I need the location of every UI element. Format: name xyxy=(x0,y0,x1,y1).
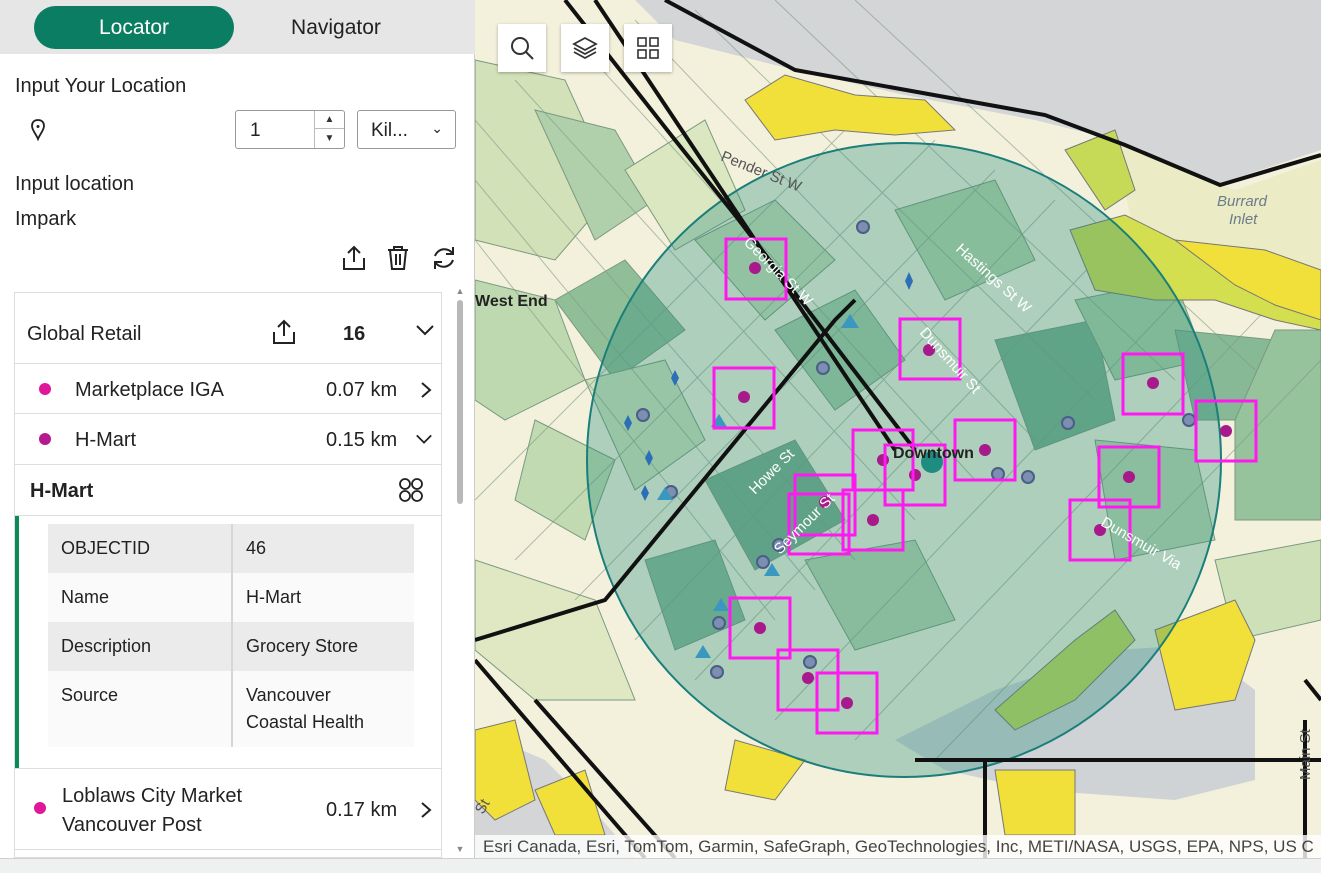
distance-value[interactable]: 1 xyxy=(250,120,261,142)
decrement-button[interactable]: ▼ xyxy=(315,129,344,147)
chevron-down-icon: ⌄ xyxy=(431,120,443,136)
location-label: Input location xyxy=(15,173,134,195)
field-value: 46 xyxy=(232,524,414,573)
window-bottom-edge xyxy=(0,858,1321,873)
area-label-downtown: Downtown xyxy=(893,445,974,462)
map-search-button[interactable] xyxy=(498,24,546,72)
unit-select[interactable]: Kil... ⌄ xyxy=(357,110,456,149)
area-label-west-end: West End xyxy=(475,293,548,310)
item-name-line2: Vancouver Post xyxy=(62,814,202,836)
increment-button[interactable]: ▲ xyxy=(315,111,344,129)
item-distance: 0.17 km xyxy=(326,799,398,821)
map-canvas[interactable]: Pender St W Georgia St W Hastings St W D… xyxy=(475,0,1321,858)
stepper-buttons: ▲ ▼ xyxy=(314,111,344,148)
location-value: Impark xyxy=(15,208,77,230)
list-item-h-mart[interactable]: H-Mart 0.15 km xyxy=(15,414,441,465)
street-label-main: Main St xyxy=(1297,728,1314,780)
layer-title: Global Retail xyxy=(27,323,142,345)
map-view[interactable]: Pender St W Georgia St W Hastings St W D… xyxy=(475,0,1321,858)
field-value: Grocery Store xyxy=(232,622,414,671)
options-grid-icon[interactable] xyxy=(397,476,425,504)
water-label-burrard: Burrard xyxy=(1217,193,1268,210)
map-layers-button[interactable] xyxy=(561,24,609,72)
water-label-inlet: Inlet xyxy=(1229,211,1258,228)
poi-dot xyxy=(39,383,51,395)
field-value-line: Vancouver xyxy=(246,685,331,705)
chevron-right-icon[interactable] xyxy=(417,801,435,819)
field-name: OBJECTID xyxy=(48,524,233,573)
item-name: Marketplace IGA xyxy=(75,379,224,401)
map-attribution[interactable]: Esri Canada, Esri, TomTom, Garmin, SafeG… xyxy=(475,835,1321,858)
location-pin-icon[interactable] xyxy=(28,118,48,142)
attribute-table: OBJECTID 46 Name H-Mart Description Groc… xyxy=(48,524,414,747)
field-value-line: Coastal Health xyxy=(246,712,365,732)
scroll-down-arrow[interactable]: ▼ xyxy=(455,844,465,854)
layer-count: 16 xyxy=(343,323,366,345)
field-value: H-Mart xyxy=(232,573,414,622)
scroll-thumb[interactable] xyxy=(457,300,463,504)
item-name: Loblaws City Market xyxy=(62,785,243,807)
chevron-right-icon[interactable] xyxy=(417,381,435,399)
feature-attributes: OBJECTID 46 Name H-Mart Description Groc… xyxy=(15,516,441,768)
results-scrollbar[interactable]: ▲ ▼ xyxy=(455,286,465,858)
list-item-loblaws[interactable]: Loblaws City Market Vancouver Post 0.17 … xyxy=(15,768,441,850)
feature-title: H-Mart xyxy=(30,480,94,502)
field-value: Vancouver Coastal Health xyxy=(232,671,414,747)
table-row: Description Grocery Store xyxy=(48,622,414,671)
tab-navigator[interactable]: Navigator xyxy=(236,6,436,49)
locator-panel: Locator Navigator Input Your Location 1 … xyxy=(0,0,475,858)
tab-bar: Locator Navigator xyxy=(0,0,475,54)
layer-share-icon[interactable] xyxy=(270,318,298,346)
basemap-gallery-icon xyxy=(637,37,659,59)
field-name: Description xyxy=(48,622,233,671)
item-distance: 0.15 km xyxy=(326,429,398,451)
poi-dot xyxy=(34,802,46,814)
table-row: OBJECTID 46 xyxy=(48,524,414,573)
share-icon[interactable] xyxy=(340,244,368,272)
app-window: Locator Navigator Input Your Location 1 … xyxy=(0,0,1321,873)
map-basemap-button[interactable] xyxy=(624,24,672,72)
poi-dot xyxy=(39,433,51,445)
distance-stepper[interactable]: 1 ▲ ▼ xyxy=(235,110,345,149)
layers-icon xyxy=(572,36,598,60)
chevron-down-icon[interactable] xyxy=(415,430,433,448)
list-item-marketplace-iga[interactable]: Marketplace IGA 0.07 km xyxy=(15,364,441,414)
layer-header[interactable]: Global Retail 16 xyxy=(15,293,441,364)
table-row: Source Vancouver Coastal Health xyxy=(48,671,414,747)
chevron-down-icon[interactable] xyxy=(415,320,435,340)
field-name: Source xyxy=(48,671,233,747)
tab-locator[interactable]: Locator xyxy=(34,6,234,49)
scroll-up-arrow[interactable]: ▲ xyxy=(455,286,465,296)
refresh-icon[interactable] xyxy=(430,244,458,272)
field-name: Name xyxy=(48,573,233,622)
table-row: Name H-Mart xyxy=(48,573,414,622)
item-name: H-Mart xyxy=(75,429,137,451)
search-icon xyxy=(511,37,534,60)
input-location-title: Input Your Location xyxy=(15,75,187,97)
results-list: Global Retail 16 Marketplace IGA 0.07 km xyxy=(14,292,442,858)
trash-icon[interactable] xyxy=(384,244,412,272)
unit-value: Kil... xyxy=(371,120,408,141)
item-distance: 0.07 km xyxy=(326,379,398,401)
feature-detail-header: H-Mart xyxy=(15,465,441,516)
